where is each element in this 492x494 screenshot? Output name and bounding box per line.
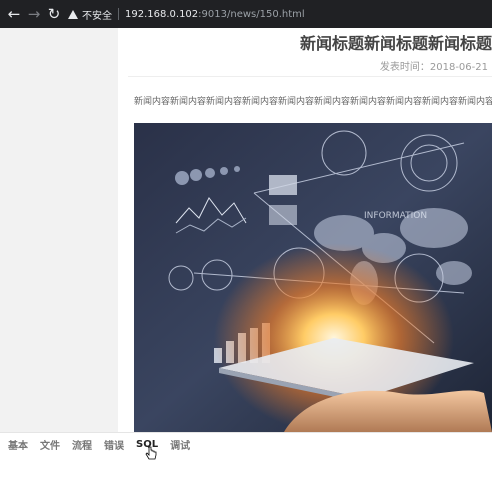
back-button[interactable]: ←	[4, 0, 24, 28]
page-viewport: 新闻标题新闻标题新闻标题 发表时间：2018-06-21 新闻内容新闻内容新闻内…	[0, 28, 492, 432]
article-date: 发表时间：2018-06-21	[379, 62, 488, 73]
debug-tabs: 基本 文件 流程 错误 SQL 调试	[0, 433, 492, 455]
url-path: :9013/news/150.html	[198, 8, 305, 20]
hero-image: INFORMATION	[134, 123, 492, 432]
tab-files[interactable]: 文件	[40, 437, 60, 452]
tab-errors[interactable]: 错误	[104, 437, 124, 452]
reload-button[interactable]: ↻	[44, 0, 64, 28]
address-divider	[118, 8, 119, 20]
reload-icon: ↻	[47, 5, 61, 23]
hero-overlay-text: INFORMATION	[364, 211, 427, 221]
article-content: 新闻内容新闻内容新闻内容新闻内容新闻内容新闻内容新闻内容新闻内容新闻内容新闻内容	[134, 97, 492, 107]
tab-flow[interactable]: 流程	[72, 437, 92, 452]
debug-toolbar: 基本 文件 流程 错误 SQL 调试	[0, 432, 492, 494]
warning-icon	[68, 9, 78, 19]
address-bar[interactable]: 不安全 192.168.0.102 :9013/news/150.html	[68, 0, 305, 28]
url-host: 192.168.0.102	[125, 8, 199, 20]
tab-basic[interactable]: 基本	[8, 437, 28, 452]
tab-debug[interactable]: 调试	[170, 437, 190, 452]
title-divider	[128, 76, 492, 77]
technology-illustration: INFORMATION	[134, 123, 492, 432]
article-title: 新闻标题新闻标题新闻标题	[299, 34, 492, 53]
news-article: 新闻标题新闻标题新闻标题 发表时间：2018-06-21 新闻内容新闻内容新闻内…	[118, 28, 492, 432]
browser-toolbar: ← → ↻ 不安全 192.168.0.102 :9013/news/150.h…	[0, 0, 492, 28]
arrow-left-icon: ←	[7, 5, 21, 23]
left-sidebar	[0, 28, 118, 432]
hand-cursor-icon	[145, 446, 157, 460]
security-label: 不安全	[82, 10, 112, 22]
forward-button[interactable]: →	[24, 0, 44, 28]
arrow-right-icon: →	[27, 5, 41, 23]
